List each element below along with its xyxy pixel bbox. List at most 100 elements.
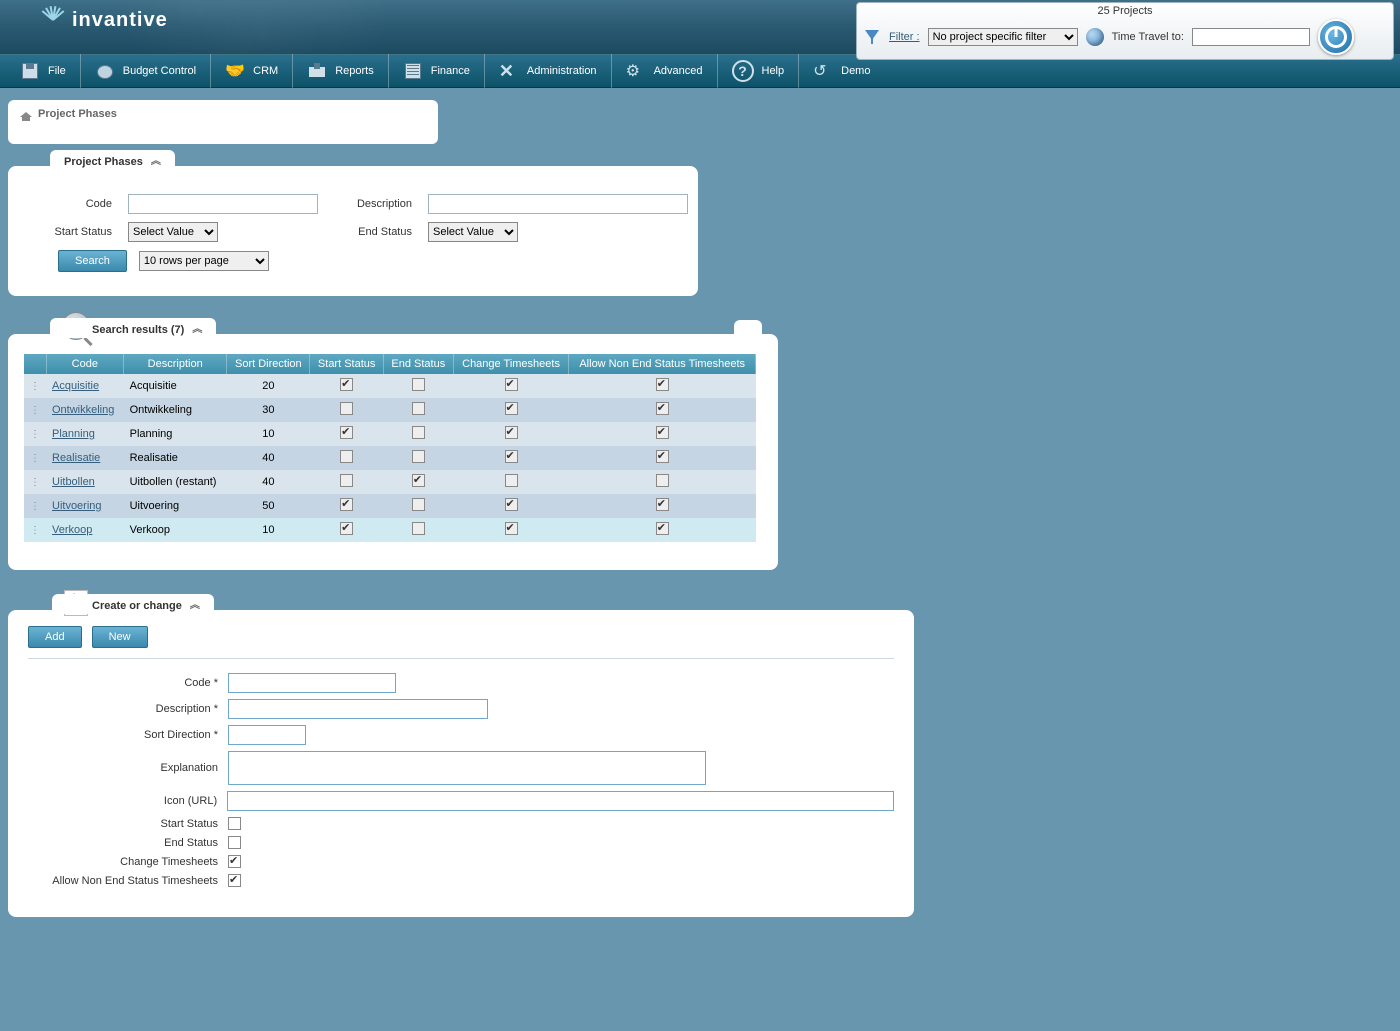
table-row[interactable]: ⋮UitvoeringUitvoering50 <box>24 494 756 518</box>
form-change-chk[interactable] <box>228 855 241 868</box>
menu-admin-label: Administration <box>527 65 597 77</box>
form-desc-input[interactable] <box>228 699 488 719</box>
code-link[interactable]: Verkoop <box>52 524 92 536</box>
form-end-chk[interactable] <box>228 836 241 849</box>
cell-description: Realisatie <box>124 446 227 470</box>
row-handle[interactable]: ⋮ <box>24 518 46 542</box>
form-start-chk[interactable] <box>228 817 241 830</box>
checkbox-icon <box>340 402 353 415</box>
form-icon-input[interactable] <box>227 791 894 811</box>
row-handle[interactable]: ⋮ <box>24 494 46 518</box>
cell-allow <box>569 518 756 542</box>
code-link[interactable]: Uitvoering <box>52 500 102 512</box>
checkbox-icon <box>505 498 518 511</box>
logo: invantive <box>36 4 168 36</box>
cell-end <box>383 422 453 446</box>
row-handle[interactable]: ⋮ <box>24 374 46 398</box>
checkbox-icon <box>412 426 425 439</box>
form-allow-chk[interactable] <box>228 874 241 887</box>
start-status-select[interactable]: Select Value <box>128 222 218 242</box>
description-label: Description <box>328 198 418 210</box>
cell-change <box>453 398 569 422</box>
search-button[interactable]: Search <box>58 250 127 272</box>
form-explanation-label: Explanation <box>28 762 228 774</box>
form-code-input[interactable] <box>228 673 396 693</box>
menu-reports-label: Reports <box>335 65 374 77</box>
menu-crm[interactable]: CRM <box>211 54 293 88</box>
search-panel-tab[interactable]: Project Phases ︽ <box>50 150 175 170</box>
results-panel-tab[interactable]: Search results (7) ︽ <box>50 318 216 338</box>
row-handle[interactable]: ⋮ <box>24 470 46 494</box>
menu-reports[interactable]: Reports <box>293 54 389 88</box>
row-handle[interactable]: ⋮ <box>24 446 46 470</box>
menu-advanced[interactable]: Advanced <box>612 54 718 88</box>
cell-allow <box>569 422 756 446</box>
checkbox-icon <box>505 450 518 463</box>
cell-start <box>310 470 384 494</box>
code-link[interactable]: Uitbollen <box>52 476 95 488</box>
end-status-select[interactable]: Select Value <box>428 222 518 242</box>
checkbox-icon <box>505 426 518 439</box>
table-row[interactable]: ⋮PlanningPlanning10 <box>24 422 756 446</box>
description-input[interactable] <box>428 194 688 214</box>
col-sort-direction[interactable]: Sort Direction <box>227 354 310 374</box>
menu-finance[interactable]: Finance <box>389 54 485 88</box>
cell-allow <box>569 494 756 518</box>
menu-administration[interactable]: Administration <box>485 54 612 88</box>
row-handle[interactable]: ⋮ <box>24 398 46 422</box>
rows-per-page-select[interactable]: 10 rows per page <box>139 251 269 271</box>
filter-icon <box>863 28 881 46</box>
table-row[interactable]: ⋮AcquisitieAcquisitie20 <box>24 374 756 398</box>
code-input[interactable] <box>128 194 318 214</box>
menu-budget[interactable]: Budget Control <box>81 54 211 88</box>
menu-advanced-label: Advanced <box>654 65 703 77</box>
time-travel-input[interactable] <box>1192 28 1310 46</box>
row-handle[interactable]: ⋮ <box>24 422 46 446</box>
checkbox-icon <box>656 450 669 463</box>
code-link[interactable]: Realisatie <box>52 452 100 464</box>
checkbox-icon <box>412 402 425 415</box>
cell-change <box>453 518 569 542</box>
collapse-icon: ︽ <box>151 159 161 165</box>
menu-help-label: Help <box>762 65 785 77</box>
code-link[interactable]: Acquisitie <box>52 380 99 392</box>
col-change-timesheets[interactable]: Change Timesheets <box>453 354 569 374</box>
table-row[interactable]: ⋮RealisatieRealisatie40 <box>24 446 756 470</box>
cell-allow <box>569 470 756 494</box>
cell-sort: 40 <box>227 470 310 494</box>
cell-sort: 10 <box>227 422 310 446</box>
project-filter-select[interactable]: No project specific filter <box>928 28 1078 46</box>
tools-icon <box>499 61 519 81</box>
power-button[interactable] <box>1318 19 1354 55</box>
collapse-icon: ︽ <box>190 603 200 609</box>
menu-file-label: File <box>48 65 66 77</box>
menu-demo-label: Demo <box>841 65 870 77</box>
cell-start <box>310 422 384 446</box>
table-row[interactable]: ⋮UitbollenUitbollen (restant)40 <box>24 470 756 494</box>
new-button[interactable]: New <box>92 626 148 648</box>
home-icon[interactable] <box>20 108 32 120</box>
code-link[interactable]: Ontwikkeling <box>52 404 114 416</box>
create-panel-tab[interactable]: Create or change ︽ <box>52 594 214 614</box>
code-link[interactable]: Planning <box>52 428 95 440</box>
col-code[interactable]: Code <box>46 354 124 374</box>
cell-end <box>383 398 453 422</box>
cell-description: Acquisitie <box>124 374 227 398</box>
col-start-status[interactable]: Start Status <box>310 354 384 374</box>
cell-allow <box>569 398 756 422</box>
checkbox-icon <box>412 474 425 487</box>
checkbox-icon <box>412 522 425 535</box>
col-end-status[interactable]: End Status <box>383 354 453 374</box>
form-sort-input[interactable] <box>228 725 306 745</box>
menu-help[interactable]: Help <box>718 54 800 88</box>
col-description[interactable]: Description <box>124 354 227 374</box>
add-button[interactable]: Add <box>28 626 82 648</box>
filter-link[interactable]: Filter : <box>889 31 920 43</box>
table-row[interactable]: ⋮VerkoopVerkoop10 <box>24 518 756 542</box>
form-explanation-input[interactable] <box>228 751 706 785</box>
col-allow-non-end[interactable]: Allow Non End Status Timesheets <box>569 354 756 374</box>
menu-file[interactable]: File <box>6 54 81 88</box>
table-row[interactable]: ⋮OntwikkelingOntwikkeling30 <box>24 398 756 422</box>
cell-end <box>383 518 453 542</box>
cell-description: Planning <box>124 422 227 446</box>
